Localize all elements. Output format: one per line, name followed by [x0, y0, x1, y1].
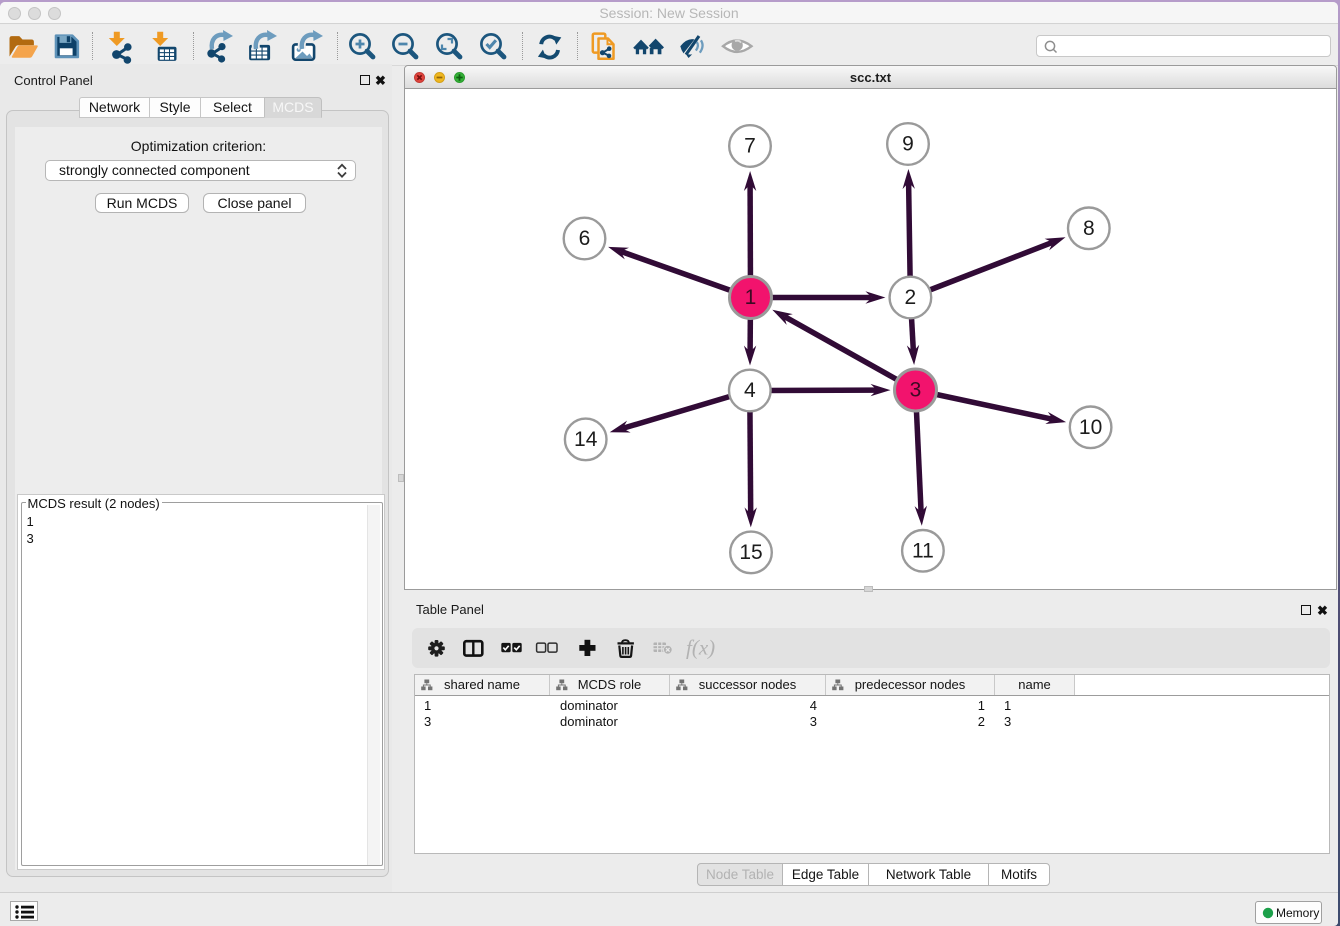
- svg-text:14: 14: [574, 428, 598, 451]
- svg-text:10: 10: [1079, 416, 1102, 439]
- svg-text:3: 3: [910, 379, 922, 402]
- svg-text:1: 1: [745, 286, 757, 309]
- svg-text:4: 4: [744, 379, 756, 402]
- svg-text:2: 2: [905, 286, 917, 309]
- svg-text:9: 9: [902, 133, 914, 156]
- svg-text:15: 15: [739, 541, 762, 564]
- svg-text:11: 11: [912, 539, 934, 562]
- svg-text:7: 7: [744, 135, 756, 158]
- svg-text:8: 8: [1083, 217, 1095, 240]
- svg-text:6: 6: [579, 227, 591, 250]
- svg-text:f(x): f(x): [686, 636, 715, 660]
